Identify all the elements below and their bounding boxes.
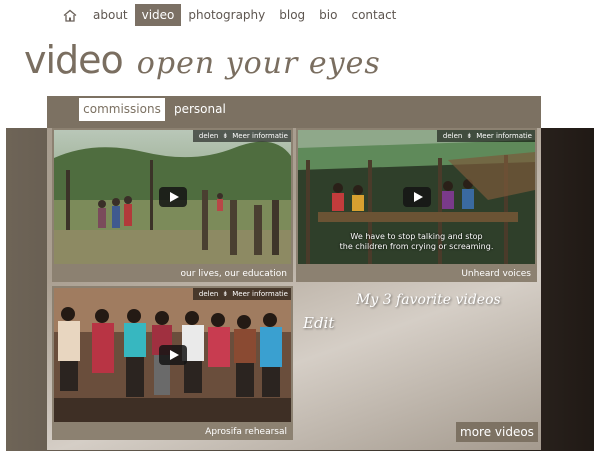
nav-contact[interactable]: contact [344,4,403,26]
nav-blog[interactable]: blog [272,4,312,26]
video-card-our-lives[interactable]: delen ⇟ Meer informatie our lives, our e… [52,128,293,282]
download-arrow-icon[interactable]: ⇟ [222,290,228,298]
nav-bio[interactable]: bio [312,4,344,26]
video-card-unheard-voices[interactable]: delen ⇟ Meer informatie We have to stop … [296,128,537,282]
top-nav: about video photography blog bio contact [58,4,403,26]
download-arrow-icon[interactable]: ⇟ [222,132,228,140]
video-thumbnail[interactable]: delen ⇟ Meer informatie [54,288,291,422]
page-tagline: open your eyes [136,46,381,81]
video-controls-bar: delen ⇟ Meer informatie [192,288,291,300]
video-caption: our lives, our education [180,269,287,279]
more-info-link[interactable]: Meer informatie [232,290,288,298]
page-title: video [24,38,124,82]
nav-photography[interactable]: photography [181,4,272,26]
home-icon[interactable] [58,4,82,26]
nav-video[interactable]: video [134,4,182,26]
edit-link[interactable]: Edit [303,314,334,332]
more-videos-button[interactable]: more videos [456,422,538,442]
more-info-link[interactable]: Meer informatie [476,132,532,140]
tab-commissions[interactable]: commissions [79,98,165,121]
subtitle-line: We have to stop talking and stop [350,232,483,241]
video-caption: Aprosifa rehearsal [205,427,287,437]
download-arrow-icon[interactable]: ⇟ [466,132,472,140]
tab-personal[interactable]: personal [174,98,226,121]
video-controls-bar: delen ⇟ Meer informatie [436,130,535,142]
video-subtitles: We have to stop talking and stop the chi… [298,232,535,252]
play-icon[interactable] [158,345,187,365]
video-controls-bar: delen ⇟ Meer informatie [192,130,291,142]
play-icon[interactable] [402,187,431,207]
video-thumbnail[interactable]: delen ⇟ Meer informatie We have to stop … [298,130,535,264]
share-link[interactable]: delen [443,132,462,140]
share-link[interactable]: delen [199,132,218,140]
play-icon[interactable] [158,187,187,207]
subtitle-line: the children from crying or screaming. [339,242,494,251]
more-info-link[interactable]: Meer informatie [232,132,288,140]
nav-about[interactable]: about [86,4,135,26]
video-card-aprosifa-rehearsal[interactable]: delen ⇟ Meer informatie Aprosifa rehears… [52,286,293,440]
favorites-heading: My 3 favorite videos [356,292,501,308]
share-link[interactable]: delen [199,290,218,298]
page-heading: video open your eyes [24,38,381,82]
video-thumbnail[interactable]: delen ⇟ Meer informatie [54,130,291,264]
video-caption: Unheard voices [461,269,531,279]
